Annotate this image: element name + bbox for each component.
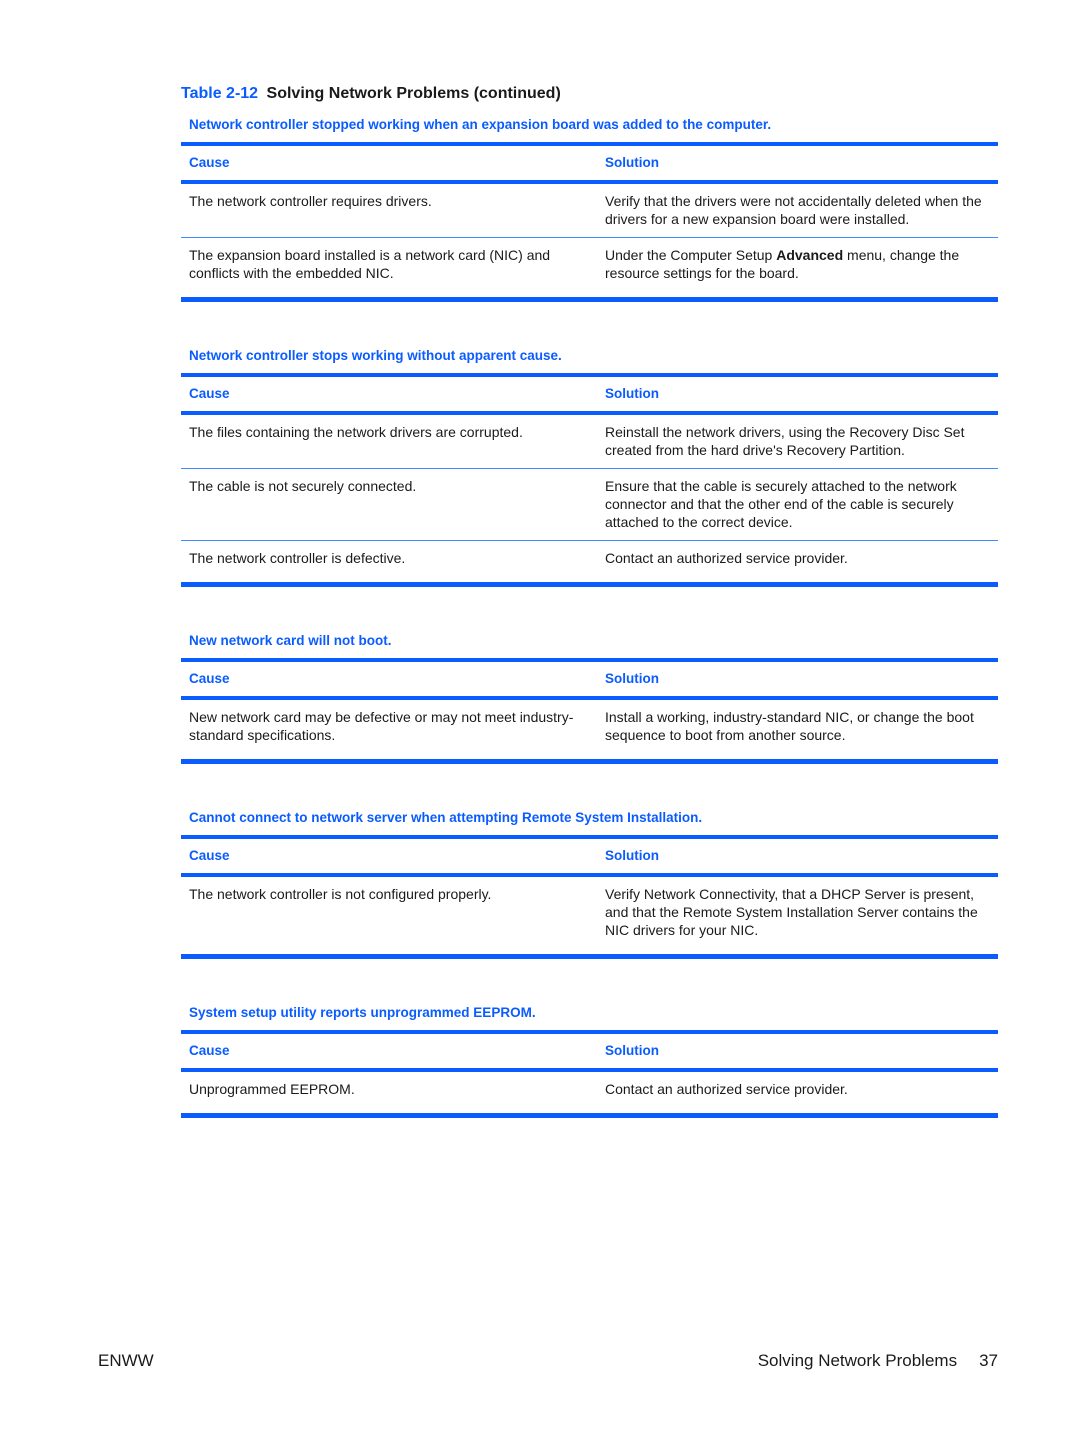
solution-header: Solution xyxy=(597,658,998,700)
cause-cell: New network card may be defective or may… xyxy=(181,698,597,764)
solution-cell: Contact an authorized service provider. xyxy=(597,540,998,587)
problem-section: Network controller stops working without… xyxy=(181,347,998,587)
solution-cell: Contact an authorized service provider. xyxy=(597,1070,998,1118)
page-number: 37 xyxy=(979,1351,998,1370)
footer-doc-id: ENWW xyxy=(98,1351,154,1370)
cause-solution-table: Cause Solution The network controller is… xyxy=(181,835,998,959)
solution-header: Solution xyxy=(597,835,998,877)
solution-text: Under the Computer Setup xyxy=(605,247,777,263)
problem-section: New network card will not boot. Cause So… xyxy=(181,632,998,764)
solution-cell: Under the Computer Setup Advanced menu, … xyxy=(597,237,998,302)
table-row: The network controller requires drivers.… xyxy=(181,182,998,238)
cause-cell: The files containing the network drivers… xyxy=(181,413,597,469)
problem-title: System setup utility reports unprogramme… xyxy=(189,1005,536,1020)
solution-header: Solution xyxy=(597,142,998,184)
table-row: Unprogrammed EEPROM. Contact an authoriz… xyxy=(181,1070,998,1118)
cause-cell: The network controller is not configured… xyxy=(181,875,597,959)
footer-right: Solving Network Problems 37 xyxy=(758,1351,998,1371)
table-caption: Table 2-12 Solving Network Problems (con… xyxy=(181,84,998,104)
cause-header: Cause xyxy=(181,142,597,184)
table-header-row: Cause Solution xyxy=(181,658,998,700)
table-row: New network card may be defective or may… xyxy=(181,698,998,764)
table-row: The network controller is not configured… xyxy=(181,875,998,959)
table-row: The network controller is defective. Con… xyxy=(181,540,998,587)
solution-cell: Install a working, industry-standard NIC… xyxy=(597,698,998,764)
cause-solution-table: Cause Solution New network card may be d… xyxy=(181,658,998,764)
table-header-row: Cause Solution xyxy=(181,142,998,184)
solution-cell: Ensure that the cable is securely attach… xyxy=(597,468,998,541)
table-header-row: Cause Solution xyxy=(181,835,998,877)
cause-header: Cause xyxy=(181,1030,597,1072)
table-row: The files containing the network drivers… xyxy=(181,413,998,469)
cause-cell: The expansion board installed is a netwo… xyxy=(181,237,597,302)
problem-section: Network controller stopped working when … xyxy=(181,116,998,302)
problem-title: New network card will not boot. xyxy=(189,633,392,648)
cause-cell: The network controller is defective. xyxy=(181,540,597,587)
problem-title: Network controller stops working without… xyxy=(189,348,562,363)
solution-cell: Verify Network Connectivity, that a DHCP… xyxy=(597,875,998,959)
table-number: Table 2-12 xyxy=(181,85,259,102)
problem-section: System setup utility reports unprogramme… xyxy=(181,1004,998,1118)
cause-header: Cause xyxy=(181,658,597,700)
problem-section: Cannot connect to network server when at… xyxy=(181,809,998,959)
problem-title: Cannot connect to network server when at… xyxy=(189,810,703,825)
cause-solution-table: Cause Solution Unprogrammed EEPROM. Cont… xyxy=(181,1030,998,1118)
menu-name-bold: Advanced xyxy=(776,247,844,263)
table-row: The cable is not securely connected. Ens… xyxy=(181,468,998,541)
solution-cell: Verify that the drivers were not acciden… xyxy=(597,182,998,238)
solution-cell: Reinstall the network drivers, using the… xyxy=(597,413,998,469)
cause-cell: The cable is not securely connected. xyxy=(181,468,597,541)
cause-cell: The network controller requires drivers. xyxy=(181,182,597,238)
table-header-row: Cause Solution xyxy=(181,373,998,415)
document-page: Table 2-12 Solving Network Problems (con… xyxy=(181,84,998,1163)
cause-cell: Unprogrammed EEPROM. xyxy=(181,1070,597,1118)
table-title: Solving Network Problems (continued) xyxy=(266,85,561,102)
solution-header: Solution xyxy=(597,373,998,415)
cause-header: Cause xyxy=(181,835,597,877)
table-row: The expansion board installed is a netwo… xyxy=(181,237,998,302)
table-header-row: Cause Solution xyxy=(181,1030,998,1072)
cause-solution-table: Cause Solution The files containing the … xyxy=(181,373,998,587)
cause-solution-table: Cause Solution The network controller re… xyxy=(181,142,998,302)
cause-header: Cause xyxy=(181,373,597,415)
solution-header: Solution xyxy=(597,1030,998,1072)
footer-section-title: Solving Network Problems xyxy=(757,1351,958,1370)
problem-title: Network controller stopped working when … xyxy=(189,117,772,132)
